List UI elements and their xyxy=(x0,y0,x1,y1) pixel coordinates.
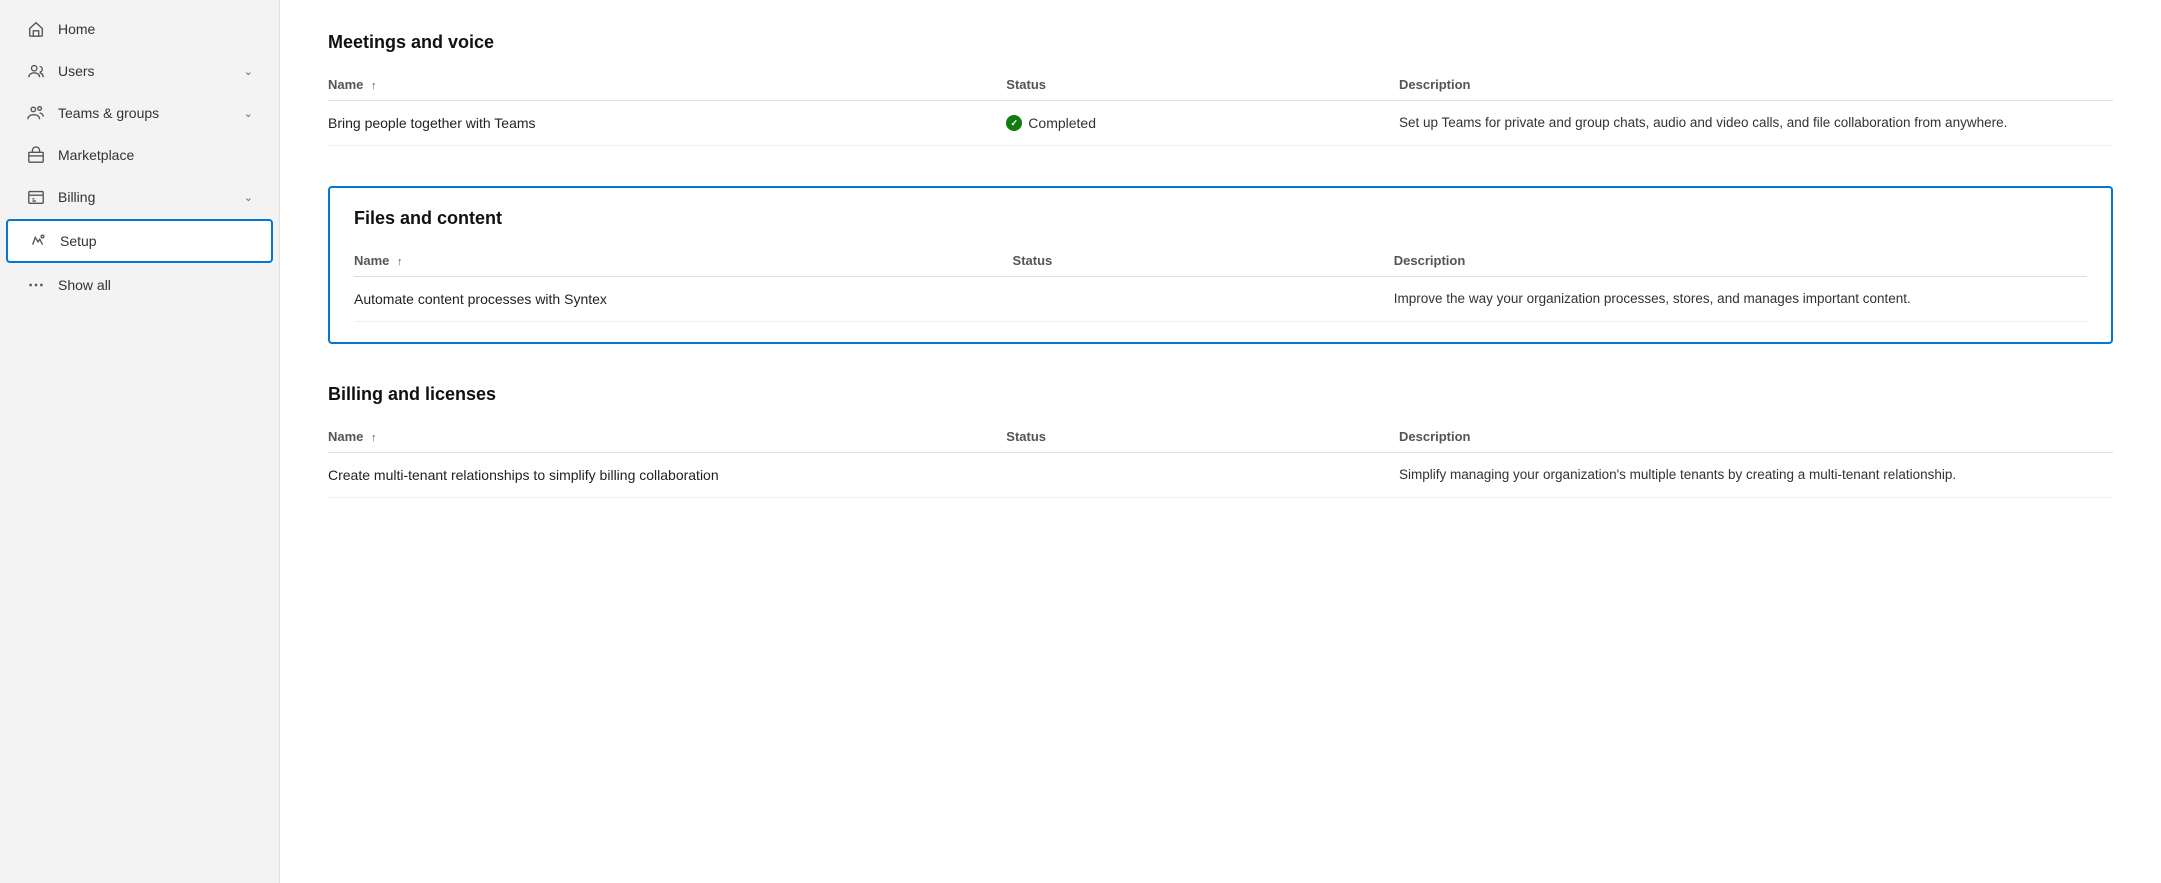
teams-icon xyxy=(26,103,46,123)
section-meetings-voice-title: Meetings and voice xyxy=(328,32,2113,53)
sidebar-item-setup-label: Setup xyxy=(60,233,251,249)
row-status xyxy=(1013,277,1394,322)
sidebar-item-marketplace[interactable]: Marketplace xyxy=(6,135,273,175)
table-header-row: Name ↑ Status Description xyxy=(354,245,2087,277)
completed-icon xyxy=(1006,115,1022,131)
col-header-name2[interactable]: Name ↑ xyxy=(354,245,1013,277)
section-meetings-voice: Meetings and voice Name ↑ Status Descrip… xyxy=(328,32,2113,146)
sidebar-item-show-all-label: Show all xyxy=(58,277,253,293)
section-billing-licenses-title: Billing and licenses xyxy=(328,384,2113,405)
row-name[interactable]: Automate content processes with Syntex xyxy=(354,277,1013,322)
sidebar: Home Users ⌄ Teams & groups ⌄ xyxy=(0,0,280,883)
chevron-down-icon3: ⌄ xyxy=(244,191,253,204)
row-status xyxy=(1006,453,1399,498)
col-header-desc3: Description xyxy=(1399,421,2113,453)
sidebar-item-teams-groups-label: Teams & groups xyxy=(58,105,232,121)
col-header-status2: Status xyxy=(1013,245,1394,277)
billing-icon xyxy=(26,187,46,207)
row-description: Simplify managing your organization's mu… xyxy=(1399,453,2113,498)
files-content-table: Name ↑ Status Description Automate conte… xyxy=(354,245,2087,322)
main-content: Meetings and voice Name ↑ Status Descrip… xyxy=(280,0,2161,883)
marketplace-icon xyxy=(26,145,46,165)
sort-arrow-icon: ↑ xyxy=(371,80,377,92)
col-header-name[interactable]: Name ↑ xyxy=(328,69,1006,101)
sort-arrow-icon2: ↑ xyxy=(397,256,403,268)
sidebar-item-billing[interactable]: Billing ⌄ xyxy=(6,177,273,217)
table-row: Create multi-tenant relationships to sim… xyxy=(328,453,2113,498)
col-header-name3[interactable]: Name ↑ xyxy=(328,421,1006,453)
col-header-desc2: Description xyxy=(1394,245,2087,277)
sidebar-item-home[interactable]: Home xyxy=(6,9,273,49)
users-icon xyxy=(26,61,46,81)
sidebar-item-users-label: Users xyxy=(58,63,232,79)
sidebar-item-home-label: Home xyxy=(58,21,253,37)
more-icon xyxy=(26,275,46,295)
table-row: Bring people together with Teams Complet… xyxy=(328,101,2113,146)
section-billing-licenses: Billing and licenses Name ↑ Status Descr… xyxy=(328,384,2113,498)
row-description: Set up Teams for private and group chats… xyxy=(1399,101,2113,146)
col-header-status: Status xyxy=(1006,69,1399,101)
sidebar-item-marketplace-label: Marketplace xyxy=(58,147,253,163)
table-header-row: Name ↑ Status Description xyxy=(328,421,2113,453)
chevron-down-icon2: ⌄ xyxy=(244,107,253,120)
table-row: Automate content processes with Syntex I… xyxy=(354,277,2087,322)
row-description: Improve the way your organization proces… xyxy=(1394,277,2087,322)
home-icon xyxy=(26,19,46,39)
sidebar-item-teams-groups[interactable]: Teams & groups ⌄ xyxy=(6,93,273,133)
billing-licenses-table: Name ↑ Status Description Create multi-t… xyxy=(328,421,2113,498)
col-header-status3: Status xyxy=(1006,421,1399,453)
sidebar-item-billing-label: Billing xyxy=(58,189,232,205)
section-files-content: Files and content Name ↑ Status Descript… xyxy=(328,186,2113,344)
section-files-content-title: Files and content xyxy=(354,208,2087,229)
sidebar-item-setup[interactable]: Setup xyxy=(6,219,273,263)
col-header-desc: Description xyxy=(1399,69,2113,101)
sidebar-item-show-all[interactable]: Show all xyxy=(6,265,273,305)
row-status: Completed xyxy=(1006,101,1399,146)
setup-icon xyxy=(28,231,48,251)
chevron-down-icon: ⌄ xyxy=(244,65,253,78)
sidebar-item-users[interactable]: Users ⌄ xyxy=(6,51,273,91)
row-name[interactable]: Create multi-tenant relationships to sim… xyxy=(328,453,1006,498)
meetings-voice-table: Name ↑ Status Description Bring people t… xyxy=(328,69,2113,146)
table-header-row: Name ↑ Status Description xyxy=(328,69,2113,101)
sort-arrow-icon3: ↑ xyxy=(371,432,377,444)
row-name[interactable]: Bring people together with Teams xyxy=(328,101,1006,146)
